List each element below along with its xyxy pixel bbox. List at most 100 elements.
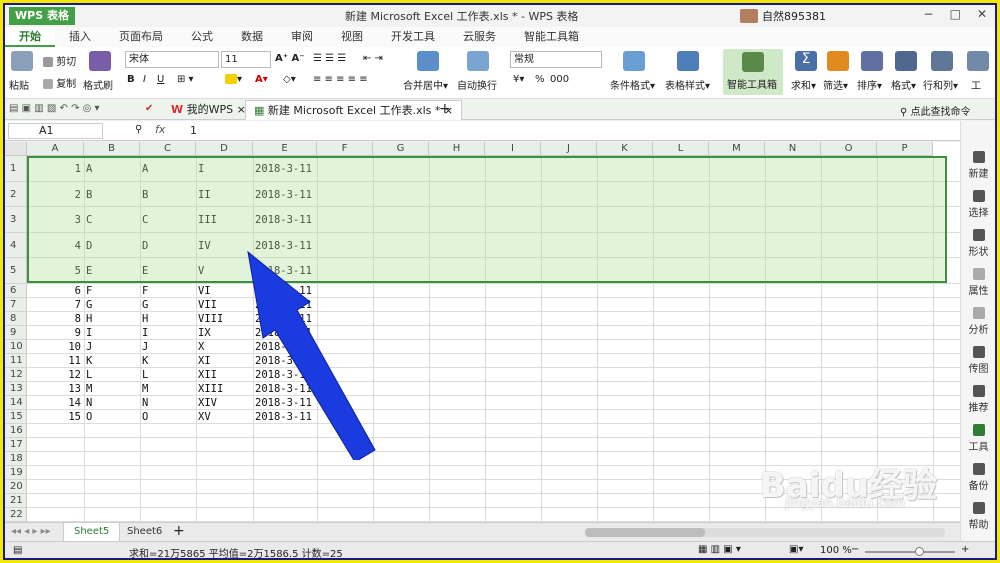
cell-d6[interactable]: VI (198, 284, 211, 298)
column-header-e[interactable]: E (253, 142, 317, 156)
zoom-slider-thumb[interactable] (915, 547, 924, 556)
cell-c3[interactable]: C (142, 207, 148, 233)
cell-b9[interactable]: I (86, 326, 92, 340)
cell-a15[interactable]: 15 (27, 410, 81, 424)
bold-button[interactable]: B (127, 74, 135, 85)
tab-my-wps[interactable]: W 我的WPS × (163, 100, 254, 120)
command-search[interactable]: ⚲ 点此查找命令 (900, 103, 971, 118)
cell-d14[interactable]: XIV (198, 396, 217, 410)
cell-d13[interactable]: XIII (198, 382, 223, 396)
quick-access-toolbar[interactable]: ▤ ▣ ▥ ▧ ↶ ↷ ◎ ▾ (9, 103, 100, 114)
cell-b7[interactable]: G (86, 298, 92, 312)
cell-c14[interactable]: N (142, 396, 148, 410)
italic-button[interactable]: I (143, 74, 146, 85)
filter-button[interactable]: 筛选▾ (823, 77, 848, 92)
side-panel-item-1[interactable]: 选择 (961, 190, 996, 219)
font-name-select[interactable]: 宋体 (125, 51, 219, 68)
cell-e1[interactable]: 2018-3-11 (255, 156, 312, 182)
cell-c8[interactable]: H (142, 312, 148, 326)
cell-b3[interactable]: C (86, 207, 92, 233)
currency-button[interactable]: ¥▾ (513, 74, 524, 85)
side-panel-item-0[interactable]: 新建 (961, 151, 996, 180)
side-panel-item-7[interactable]: 工具 (961, 424, 996, 453)
menu-tab-1[interactable]: 插入 (55, 27, 105, 47)
fill-color-button[interactable]: ▾ (225, 74, 242, 85)
row-header-14[interactable]: 14 (5, 396, 27, 410)
column-header-c[interactable]: C (140, 142, 196, 156)
formula-input[interactable]: 1 (190, 124, 197, 137)
cell-d15[interactable]: XV (198, 410, 211, 424)
table-style-button[interactable]: 表格样式▾ (665, 77, 710, 92)
cell-b11[interactable]: K (86, 354, 92, 368)
screen-mode-button[interactable]: ▣▾ (789, 544, 803, 555)
view-mode-buttons[interactable]: ▦ ▥ ▣ ▾ (698, 544, 741, 555)
cell-a1[interactable]: 1 (27, 156, 81, 182)
cell-c9[interactable]: I (142, 326, 148, 340)
worksheet-button[interactable]: 工 (971, 77, 981, 92)
row-header-3[interactable]: 3 (5, 207, 27, 233)
cell-b2[interactable]: B (86, 182, 92, 207)
underline-button[interactable]: U (157, 74, 164, 85)
cell-e3[interactable]: 2018-3-11 (255, 207, 312, 233)
cell-c12[interactable]: L (142, 368, 148, 382)
cell-b15[interactable]: O (86, 410, 92, 424)
row-col-button[interactable]: 行和列▾ (923, 77, 958, 92)
column-header-l[interactable]: L (653, 142, 709, 156)
side-panel-item-9[interactable]: 帮助 (961, 502, 996, 531)
copy-button[interactable]: 复制 (43, 75, 76, 90)
column-header-j[interactable]: J (541, 142, 597, 156)
cell-b5[interactable]: E (86, 258, 92, 284)
side-panel-item-8[interactable]: 备份 (961, 463, 996, 492)
column-header-g[interactable]: G (373, 142, 429, 156)
cell-d11[interactable]: XI (198, 354, 211, 368)
zoom-slider[interactable] (865, 547, 955, 556)
cell-b10[interactable]: J (86, 340, 92, 354)
row-header-10[interactable]: 10 (5, 340, 27, 354)
cell-a6[interactable]: 6 (27, 284, 81, 298)
smart-toolbox-button[interactable]: 智能工具箱 (723, 49, 783, 95)
sheet-tab-sheet5[interactable]: Sheet5 (63, 523, 121, 542)
cell-c5[interactable]: E (142, 258, 148, 284)
maximize-button[interactable]: □ (950, 7, 961, 21)
column-header-d[interactable]: D (196, 142, 253, 156)
format-painter-icon[interactable] (89, 51, 111, 71)
row-header-21[interactable]: 21 (5, 494, 27, 508)
cell-d5[interactable]: V (198, 258, 204, 284)
cell-b14[interactable]: N (86, 396, 92, 410)
menu-tab-0[interactable]: 开始 (5, 27, 55, 47)
cut-button[interactable]: 剪切 (43, 53, 76, 68)
row-header-15[interactable]: 15 (5, 410, 27, 424)
menu-tab-4[interactable]: 数据 (227, 27, 277, 47)
cell-c13[interactable]: M (142, 382, 148, 396)
align-top-button[interactable]: ☰ ☰ ☰ (313, 53, 346, 64)
cell-a10[interactable]: 10 (27, 340, 81, 354)
conditional-format-button[interactable]: 条件格式▾ (610, 77, 655, 92)
filter-icon[interactable] (827, 51, 849, 71)
cell-b8[interactable]: H (86, 312, 92, 326)
cell-a9[interactable]: 9 (27, 326, 81, 340)
cell-a12[interactable]: 12 (27, 368, 81, 382)
row-header-9[interactable]: 9 (5, 326, 27, 340)
row-header-4[interactable]: 4 (5, 233, 27, 258)
side-panel-item-6[interactable]: 推荐 (961, 385, 996, 414)
cell-d8[interactable]: VIII (198, 312, 223, 326)
cell-a11[interactable]: 11 (27, 354, 81, 368)
row-header-17[interactable]: 17 (5, 438, 27, 452)
menu-tab-5[interactable]: 审阅 (277, 27, 327, 47)
menu-tab-9[interactable]: 智能工具箱 (510, 27, 593, 47)
grow-font-button[interactable]: A⁺ A⁻ (275, 53, 305, 64)
indent-buttons[interactable]: ⇤ ⇥ (363, 53, 383, 64)
column-header-f[interactable]: F (317, 142, 373, 156)
cell-d12[interactable]: XII (198, 368, 217, 382)
cell-b4[interactable]: D (86, 233, 92, 258)
cell-c10[interactable]: J (142, 340, 148, 354)
column-header-h[interactable]: H (429, 142, 485, 156)
tab-current-document[interactable]: ▦ 新建 Microsoft Excel 工作表.xls * × (245, 100, 463, 120)
cell-c1[interactable]: A (142, 156, 148, 182)
cell-a14[interactable]: 14 (27, 396, 81, 410)
font-size-select[interactable]: 11 (221, 51, 271, 68)
align-buttons[interactable]: ≡ ≡ ≡ ≡ ≡ (313, 74, 368, 85)
font-color-button[interactable]: A▾ (255, 74, 268, 85)
menu-tab-8[interactable]: 云服务 (449, 27, 510, 47)
paste-button[interactable]: 粘贴 (9, 77, 29, 92)
